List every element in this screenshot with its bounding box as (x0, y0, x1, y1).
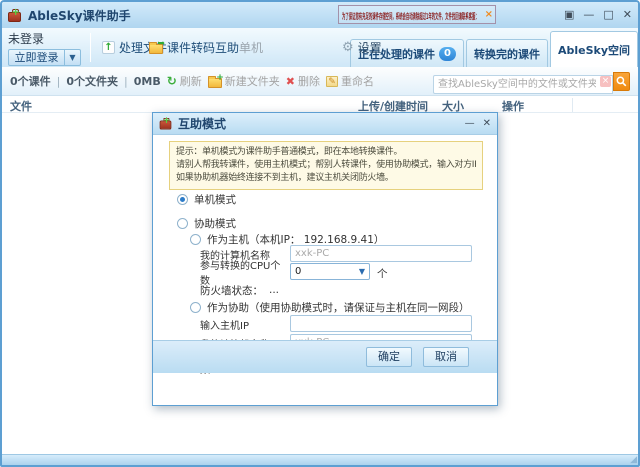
transcode-help-button[interactable]: ➥ 课件转码互助 (149, 39, 239, 56)
tab-bar: 正在处理的课件 0 转换完的课件 AbleSky空间 (348, 28, 638, 67)
rename-icon: ✎ (326, 76, 338, 87)
host-ip-row: 输入主机IP (200, 315, 290, 333)
dialog-body: 提示：单机模式为课件助手普通模式，即在本地转换课件。 请别人帮我转课件，使用主机… (153, 135, 497, 373)
app-icon (8, 12, 21, 22)
delete-icon: ✖ (286, 75, 295, 88)
rename-label: 重命名 (341, 73, 374, 89)
assist-mode-label: 协助模式 (194, 216, 236, 231)
dialog-minimize-icon[interactable]: — (465, 118, 475, 129)
resize-grip-icon[interactable]: ◢ (630, 455, 637, 465)
column-file[interactable]: 文件 (10, 98, 32, 114)
window-controls: ▣ — □ ✕ (564, 9, 632, 21)
search-area: × (433, 72, 630, 91)
stat-folder-count: 0个文件夹 (66, 73, 118, 89)
new-folder-icon: + (208, 78, 222, 88)
login-block: 未登录 立即登录 ▼ (8, 30, 81, 66)
radio-icon[interactable] (190, 234, 201, 245)
dialog-title-bar: 互助模式 — ✕ (153, 113, 497, 135)
maximize-icon[interactable]: □ (603, 9, 613, 21)
skin-icon[interactable]: ▣ (564, 9, 574, 21)
title-bar: AbleSky课件助手 为了保证您有充足的课件存储空间，系统会自动清除超过1年的… (2, 2, 638, 28)
dialog-icon (160, 121, 172, 130)
tip-line-3: 如果协助机器始终连接不到主机，建议主机关闭防火墙。 (176, 172, 476, 185)
transcode-mode-label: 单机 (239, 39, 263, 56)
file-action-bar: 0个课件 | 0个文件夹 | 0MB ↻ 刷新 + 新建文件夹 ✖ 删除 ✎ 重… (2, 67, 638, 96)
refresh-button[interactable]: ↻ 刷新 (167, 73, 202, 89)
file-list-header: 文件 上传/创建时间 大小 操作 (2, 96, 638, 113)
transcode-help-label: 课件转码互助 (167, 39, 239, 56)
radio-icon[interactable] (177, 218, 188, 229)
toolbar-separator (90, 33, 91, 62)
search-icon (616, 76, 627, 87)
notice-banner: 为了保证您有充足的课件存储空间，系统会自动清除超过1年的文件，文件找回请联系客服… (338, 5, 496, 24)
stat-courseware-count: 0个课件 (10, 73, 51, 89)
firewall-status-value: ... (269, 284, 279, 296)
app-title: AbleSky课件助手 (28, 7, 131, 24)
radio-single-mode[interactable]: 单机模式 (177, 190, 236, 208)
rename-button[interactable]: ✎ 重命名 (326, 73, 374, 89)
dialog-footer: 确定 取消 (153, 340, 497, 373)
stat-separator: | (124, 75, 128, 88)
main-toolbar: 未登录 立即登录 ▼ ↑ 处理文件 ➥ 课件转码互助 单机 ⚙ 设置 正在处理的… (2, 28, 638, 67)
gear-icon: ⚙ (342, 40, 354, 55)
tab-converted-label: 转换完的课件 (474, 46, 540, 62)
as-helper-label: 作为协助（使用协助模式时，请保证与主机在同一网段） (207, 300, 470, 315)
cpu-unit-label: 个 (377, 266, 388, 281)
search-clear-icon[interactable]: × (600, 76, 611, 87)
settings-button[interactable]: ⚙ 设置 (342, 39, 382, 56)
new-folder-label: 新建文件夹 (225, 73, 280, 89)
status-bar: ◢ (2, 454, 638, 465)
login-dropdown-icon[interactable]: ▼ (65, 49, 81, 66)
column-divider (572, 98, 573, 112)
tab-ablesky-space-label: AbleSky空间 (558, 42, 630, 58)
host-ip-input[interactable] (290, 315, 472, 332)
column-operation[interactable]: 操作 (502, 98, 524, 114)
host-cpu-count-row: 参与转换的CPU个数 (200, 263, 290, 281)
radio-icon[interactable] (190, 302, 201, 313)
refresh-label: 刷新 (180, 73, 202, 89)
search-input[interactable] (433, 75, 613, 94)
refresh-icon: ↻ (167, 74, 177, 88)
host-cpu-count-select[interactable]: 0 ▼ (290, 263, 370, 280)
file-stats: 0个课件 | 0个文件夹 | 0MB (10, 73, 161, 89)
tip-line-2: 请别人帮我转课件，使用主机模式；帮别人转课件，使用协助模式，输入对方IP。 (176, 159, 476, 172)
upload-icon: ↑ (102, 41, 115, 54)
chevron-down-icon: ▼ (359, 267, 365, 276)
mutual-help-dialog: 互助模式 — ✕ 提示：单机模式为课件助手普通模式，即在本地转换课件。 请别人帮… (152, 112, 498, 406)
single-mode-label: 单机模式 (194, 192, 236, 207)
search-button[interactable] (613, 72, 630, 91)
firewall-status-row: 防火墙状态： ... (200, 281, 279, 299)
tab-converted[interactable]: 转换完的课件 (466, 39, 548, 67)
dialog-title: 互助模式 (178, 115, 226, 132)
ok-button[interactable]: 确定 (366, 347, 412, 367)
notice-close-icon[interactable]: × (485, 9, 493, 21)
stat-separator: | (57, 75, 61, 88)
settings-label: 设置 (358, 39, 382, 56)
radio-as-helper[interactable]: 作为协助（使用协助模式时，请保证与主机在同一网段） (190, 298, 470, 316)
host-cpu-count-value: 0 (295, 266, 301, 277)
host-computer-name-input[interactable] (290, 245, 472, 262)
tip-box: 提示：单机模式为课件助手普通模式，即在本地转换课件。 请别人帮我转课件，使用主机… (169, 141, 483, 190)
tab-ablesky-space[interactable]: AbleSky空间 (550, 31, 638, 67)
delete-button[interactable]: ✖ 删除 (286, 73, 320, 89)
radio-selected-icon[interactable] (177, 194, 188, 205)
cancel-button[interactable]: 取消 (423, 347, 469, 367)
app-window: AbleSky课件助手 为了保证您有充足的课件存储空间，系统会自动清除超过1年的… (0, 0, 640, 467)
processing-count-badge: 0 (439, 47, 456, 61)
dialog-close-icon[interactable]: ✕ (483, 118, 491, 129)
login-status: 未登录 (8, 30, 81, 47)
minimize-icon[interactable]: — (583, 9, 594, 21)
tip-line-1: 提示：单机模式为课件助手普通模式，即在本地转换课件。 (176, 146, 476, 159)
close-icon[interactable]: ✕ (623, 9, 632, 21)
firewall-label: 防火墙状态： (200, 283, 263, 298)
host-ip-label: 输入主机IP (200, 317, 290, 332)
new-folder-button[interactable]: + 新建文件夹 (208, 73, 280, 89)
notice-text: 为了保证您有充足的课件存储空间，系统会自动清除超过1年的文件，文件找回请联系客服… (342, 11, 485, 22)
delete-label: 删除 (298, 73, 320, 89)
transcode-icon: ➥ (149, 44, 163, 54)
stat-size: 0MB (134, 75, 161, 88)
login-button[interactable]: 立即登录 (8, 49, 65, 66)
